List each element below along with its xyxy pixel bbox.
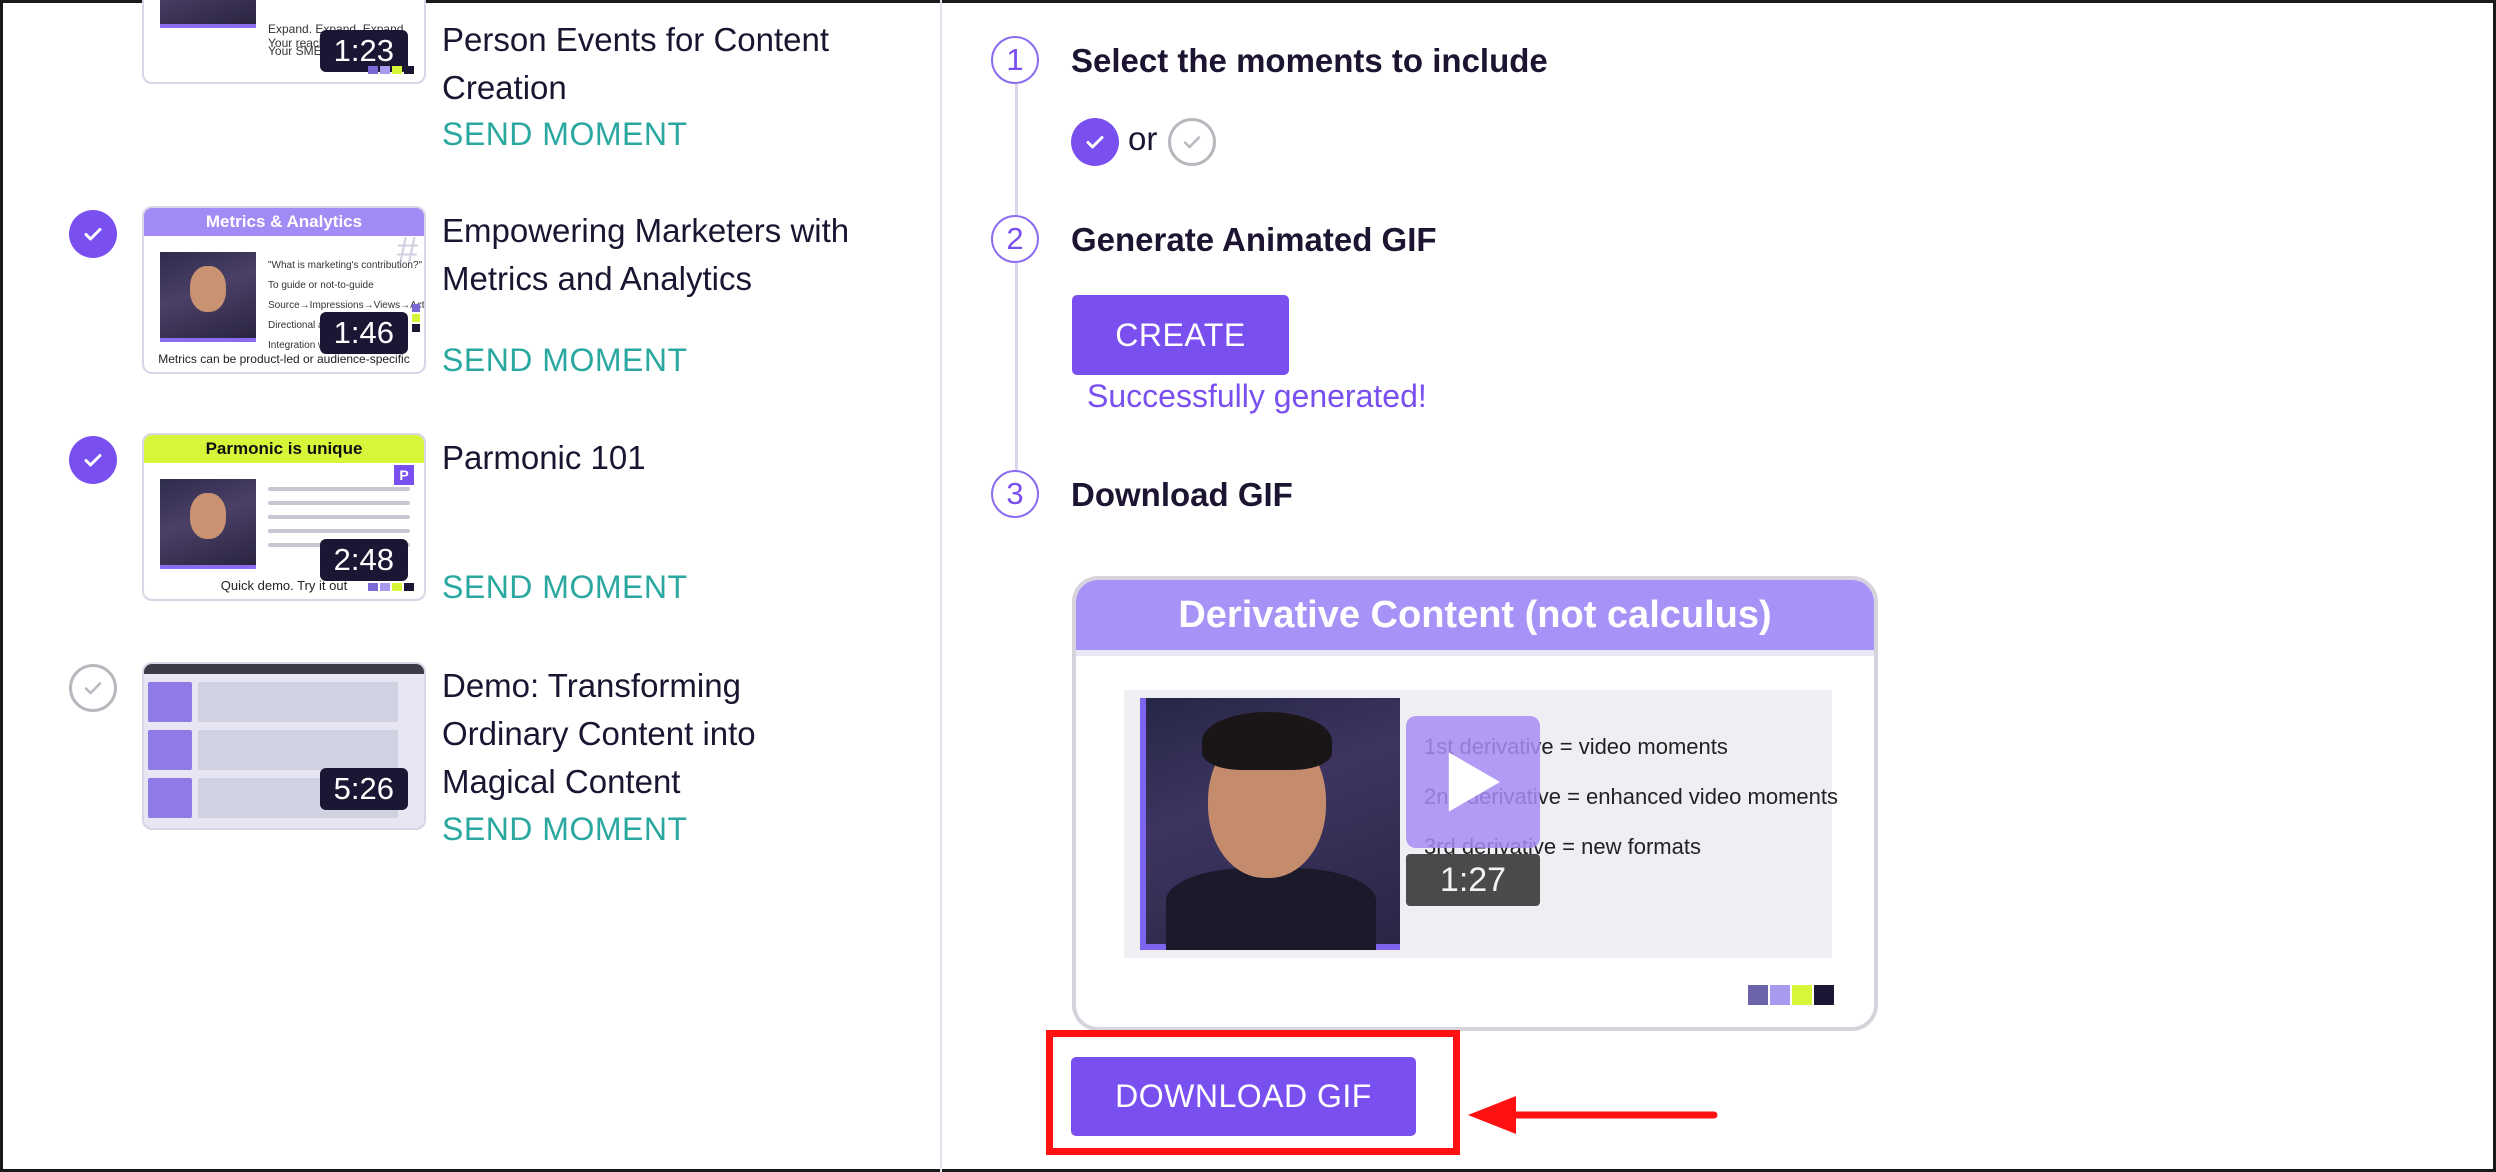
moment-title-line: Demo: Transforming <box>442 667 741 704</box>
step-title: Select the moments to include <box>1071 42 1548 79</box>
panel-divider <box>940 0 942 1172</box>
send-moment-link[interactable]: SEND MOMENT <box>442 342 688 379</box>
moment-thumbnail[interactable]: 5:26 <box>142 662 426 830</box>
moment-title-line: Ordinary Content into <box>442 715 756 752</box>
check-icon <box>1086 136 1104 149</box>
gif-preview[interactable]: Derivative Content (not calculus) 1st de… <box>1072 576 1878 1031</box>
moment-select-check[interactable] <box>69 210 117 258</box>
step-number: 2 <box>991 215 1039 263</box>
moment-title-line: Parmonic 101 <box>442 439 646 476</box>
thumbnail-speaker <box>160 252 256 342</box>
preview-speaker <box>1140 698 1400 950</box>
brand-bars <box>368 66 414 74</box>
annotation-highlight-box <box>1046 1030 1460 1155</box>
screen-row <box>148 730 420 770</box>
play-icon <box>1448 752 1500 812</box>
moment-select-check[interactable] <box>69 436 117 484</box>
check-icon <box>84 228 102 241</box>
brand-bars <box>412 304 420 332</box>
step-number: 1 <box>991 36 1039 84</box>
thumbnail-caption: Metrics can be product-led or audience-s… <box>158 352 410 366</box>
check-icon <box>84 454 102 467</box>
parmonic-logo: P <box>394 465 414 485</box>
step-title: Download GIF <box>1071 476 1293 513</box>
step-connector <box>1015 84 1018 474</box>
thumbnail-speaker <box>160 0 256 28</box>
moment-title: Empowering Marketers with Metrics and An… <box>442 207 849 303</box>
status-message: Successfully generated! <box>1087 378 1427 414</box>
or-label: or <box>1128 120 1158 157</box>
screen-row <box>148 682 420 722</box>
preview-slide: 1st derivative = video moments 2nd deriv… <box>1124 690 1838 958</box>
step-title: Generate Animated GIF <box>1071 221 1437 258</box>
preview-duration: 1:27 <box>1406 854 1540 906</box>
select-all-check[interactable] <box>1071 118 1119 166</box>
brand-bars <box>368 583 414 591</box>
create-button[interactable]: CREATE <box>1072 295 1289 375</box>
moment-title-line: Metrics and Analytics <box>442 260 752 297</box>
thumbnail-text: Your SMEs <box>268 44 328 58</box>
moment-thumbnail[interactable]: Parmonic is unique P Quick demo. Try it … <box>142 433 426 601</box>
moment-thumbnail[interactable]: Expand. Expand. Expand. Your reach Your … <box>142 0 426 84</box>
check-icon <box>1183 136 1201 149</box>
moment-select-check[interactable] <box>69 664 117 712</box>
moment-duration: 2:48 <box>319 539 408 581</box>
thumbnail-speaker <box>160 479 256 569</box>
moment-title: Person Events for Content Creation <box>442 16 829 112</box>
send-moment-link[interactable]: SEND MOMENT <box>442 569 688 606</box>
moment-thumbnail[interactable]: Metrics & Analytics # "What is marketing… <box>142 206 426 374</box>
moment-title: Parmonic 101 <box>442 434 646 482</box>
moment-duration: 1:46 <box>319 312 408 354</box>
moment-title-line: Creation <box>442 69 567 106</box>
moment-title-line: Magical Content <box>442 763 681 800</box>
preview-heading: Derivative Content (not calculus) <box>1076 580 1874 650</box>
send-moment-link[interactable]: SEND MOMENT <box>442 116 688 153</box>
thumbnail-heading: Metrics & Analytics <box>144 208 424 236</box>
send-moment-link[interactable]: SEND MOMENT <box>442 811 688 848</box>
moment-title-line: Person Events for Content <box>442 21 830 58</box>
brand-bars <box>1748 985 1834 1005</box>
thumbnail-heading: Parmonic is unique <box>144 435 424 463</box>
moment-title-line: Empowering Marketers with <box>442 212 850 249</box>
check-icon <box>84 682 102 695</box>
moment-duration: 5:26 <box>319 768 408 810</box>
arrow-left-icon <box>1468 1096 1718 1134</box>
play-button[interactable] <box>1406 716 1540 848</box>
moment-title: Demo: Transforming Ordinary Content into… <box>442 662 756 806</box>
select-none-check[interactable] <box>1168 118 1216 166</box>
step-number: 3 <box>991 470 1039 518</box>
